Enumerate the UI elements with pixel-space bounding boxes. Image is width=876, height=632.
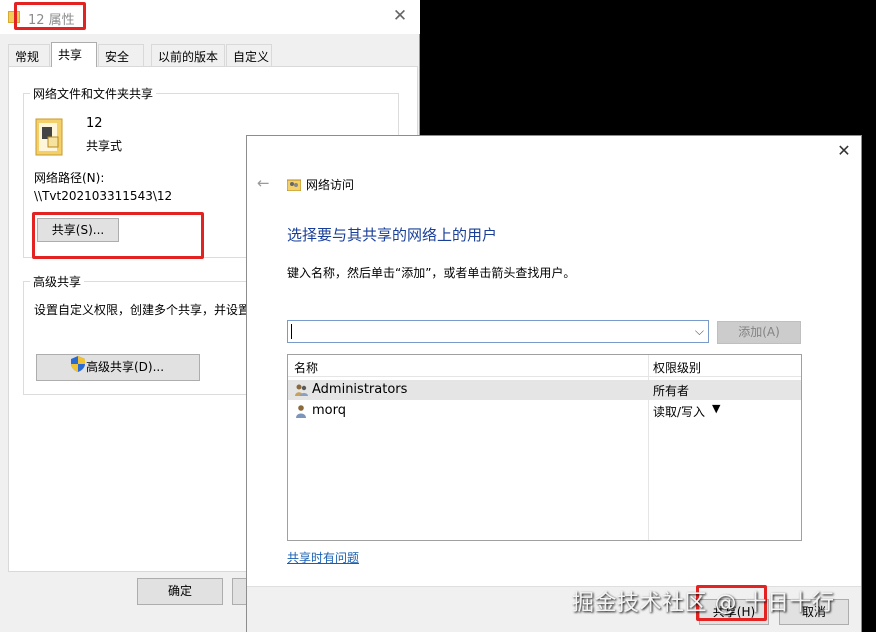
- tab-customize[interactable]: 自定义: [226, 44, 272, 66]
- folder-name: 12: [86, 116, 103, 131]
- user-name-combobox[interactable]: ⌵: [287, 320, 709, 343]
- tab-previous-versions[interactable]: 以前的版本: [151, 44, 225, 66]
- network-access-dialog: ✕ ← 网络访问 选择要与其共享的网络上的用户 键入名称，然后单击“添加”，或者…: [246, 135, 862, 632]
- dialog-header-title: 网络访问: [306, 178, 355, 192]
- network-users-icon: [287, 179, 301, 191]
- properties-title-bar: 12 属性 ✕: [0, 0, 420, 34]
- tab-sharing[interactable]: 共享: [51, 42, 97, 67]
- chevron-down-icon[interactable]: ⌵: [695, 324, 704, 339]
- watermark-text: 掘金技术社区 @ 十日十行: [572, 591, 835, 616]
- group-icon: [295, 384, 308, 396]
- network-path: \\Tvt202103311543\12: [34, 189, 173, 203]
- user-name-cell: morq: [312, 403, 346, 418]
- tab-general[interactable]: 常规: [8, 44, 50, 66]
- close-icon[interactable]: ✕: [390, 6, 410, 26]
- share-button[interactable]: 共享(S)...: [37, 218, 119, 242]
- table-row[interactable]: morq 读取/写入 ▼: [288, 401, 801, 421]
- dialog-heading: 选择要与其共享的网络上的用户: [287, 226, 498, 244]
- network-path-label: 网络路径(N):: [34, 171, 105, 185]
- folder-icon: [8, 11, 20, 23]
- add-button[interactable]: 添加(A): [717, 321, 801, 344]
- users-table: 名称 权限级别 Administrators 所有者 morq 读取/写入 ▼: [287, 354, 802, 541]
- dialog-instruction: 键入名称，然后单击“添加”，或者单击箭头查找用户。: [287, 266, 576, 280]
- permission-cell[interactable]: 读取/写入: [653, 403, 705, 420]
- uac-shield-icon: [71, 356, 85, 372]
- shared-folder-icon: [35, 118, 63, 156]
- ok-button[interactable]: 确定: [137, 578, 223, 605]
- user-icon: [296, 405, 306, 418]
- advanced-description: 设置自定义权限，创建多个共享，并设置: [34, 303, 251, 317]
- back-arrow-icon[interactable]: ←: [257, 174, 270, 192]
- advanced-sharing-button[interactable]: 高级共享(D)...: [36, 354, 200, 381]
- sharing-help-link[interactable]: 共享时有问题: [287, 549, 359, 566]
- table-header: 名称 权限级别: [288, 355, 801, 377]
- table-row[interactable]: Administrators 所有者: [288, 380, 801, 400]
- user-name-cell: Administrators: [312, 382, 408, 397]
- network-sharing-label: 网络文件和文件夹共享: [30, 85, 157, 102]
- close-icon[interactable]: ✕: [835, 142, 853, 160]
- text-caret: [291, 324, 292, 339]
- column-header-permission[interactable]: 权限级别: [653, 359, 701, 376]
- permission-dropdown-icon[interactable]: ▼: [712, 402, 720, 415]
- advanced-sharing-label: 高级共享: [30, 273, 85, 290]
- window-title: 12 属性: [28, 13, 75, 28]
- permission-cell: 所有者: [653, 384, 690, 398]
- column-header-name[interactable]: 名称: [294, 359, 318, 376]
- share-status: 共享式: [86, 139, 123, 153]
- tab-security[interactable]: 安全: [98, 44, 144, 66]
